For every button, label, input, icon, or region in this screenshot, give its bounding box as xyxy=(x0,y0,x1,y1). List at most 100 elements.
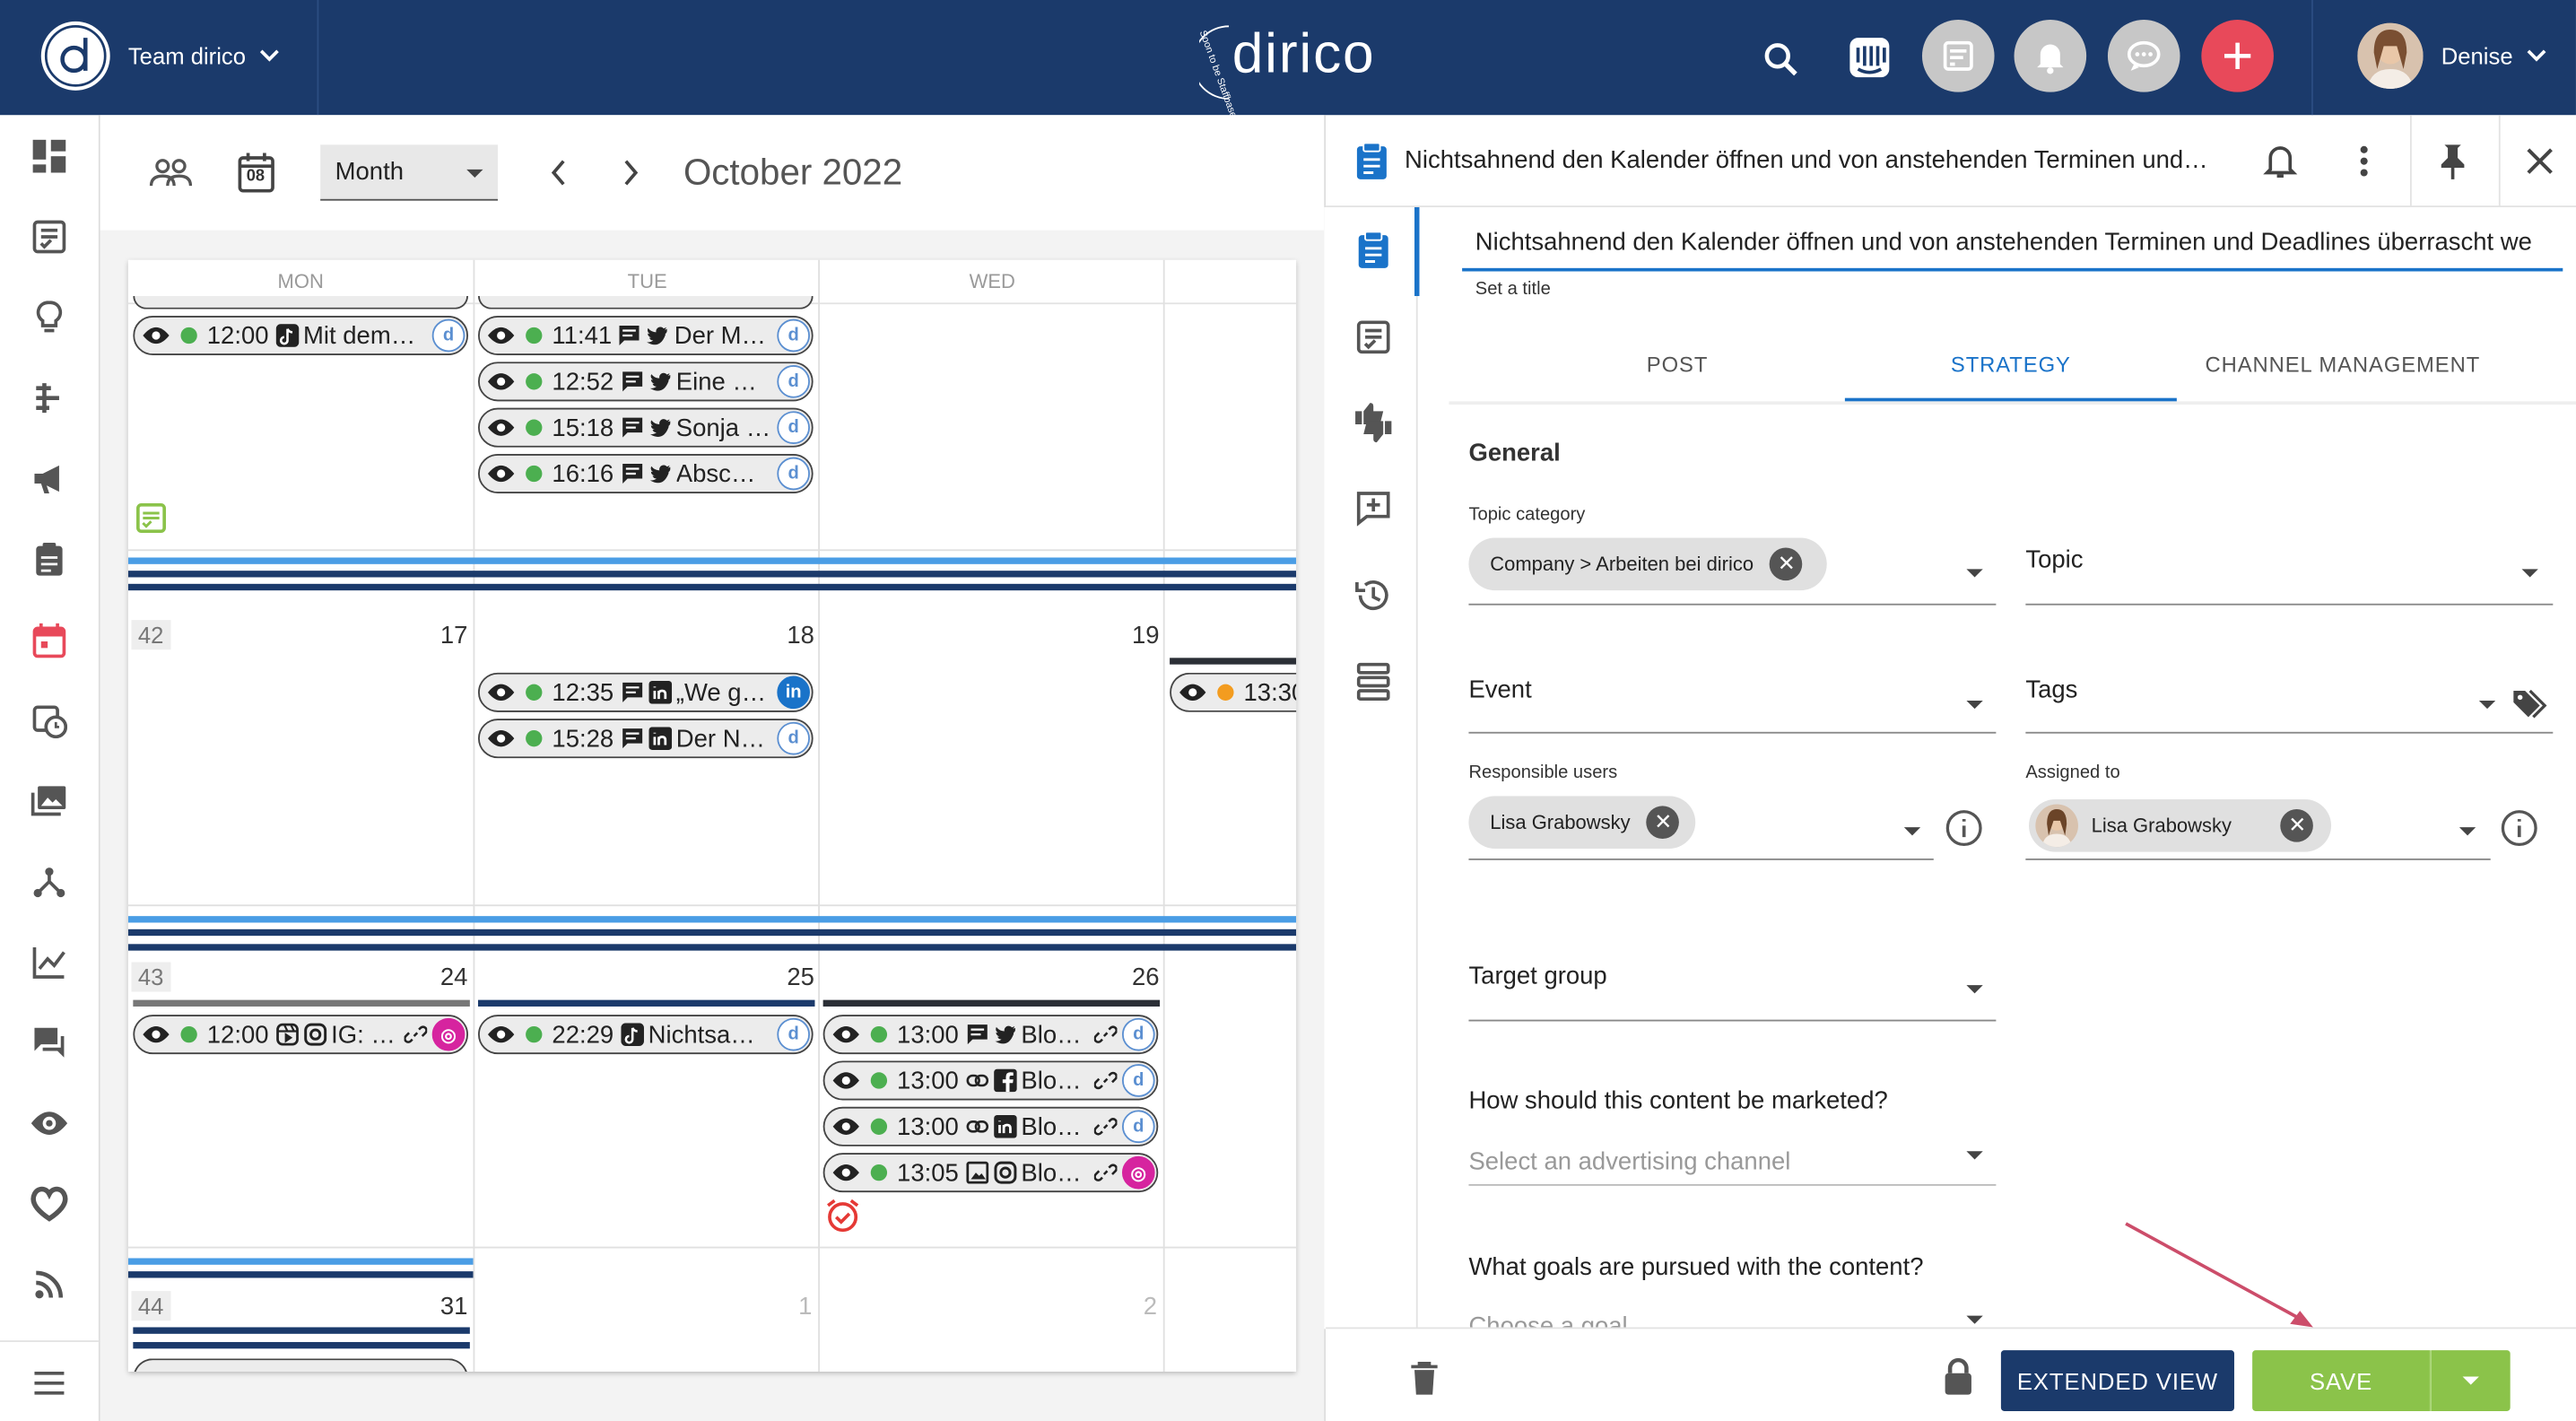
campaign-bar[interactable] xyxy=(133,1341,470,1349)
event-pill[interactable] xyxy=(133,295,469,309)
event-pill[interactable]: 13:00 Blo… d xyxy=(822,1015,1159,1055)
topic-field[interactable]: Topic xyxy=(2025,546,2083,574)
target-group-field[interactable]: Target group xyxy=(1468,962,1606,989)
responsible-chip[interactable]: Lisa Grabowsky ✕ xyxy=(1468,796,1696,849)
chevron-down-icon[interactable] xyxy=(2521,569,2538,578)
prev-icon[interactable] xyxy=(547,156,570,197)
marketing-select[interactable]: Select an advertising channel xyxy=(1468,1148,1790,1176)
chart-icon[interactable] xyxy=(28,941,71,984)
event-pill[interactable]: 13:00 Blo… d xyxy=(822,1060,1159,1101)
history-icon[interactable] xyxy=(1353,576,1393,623)
event-pill[interactable]: 12:00 Mit dem… d xyxy=(133,315,469,355)
next-icon[interactable] xyxy=(620,156,643,197)
media-icon[interactable] xyxy=(28,780,71,823)
checklist-icon[interactable] xyxy=(1355,319,1391,363)
trash-icon[interactable] xyxy=(1410,1360,1440,1404)
info-icon[interactable] xyxy=(1945,809,1983,855)
alarm-icon[interactable] xyxy=(824,1198,860,1242)
more-icon[interactable] xyxy=(2357,143,2371,187)
clipboard-icon[interactable] xyxy=(28,537,71,580)
chevron-down-icon[interactable] xyxy=(1966,700,1983,710)
pin-icon[interactable] xyxy=(2436,142,2469,189)
lock-icon[interactable] xyxy=(1942,1356,1975,1404)
add-comment-icon[interactable] xyxy=(1355,490,1391,534)
campaign-bar[interactable] xyxy=(1170,658,1297,665)
event-pill[interactable]: 12:00 IG: … ◎ xyxy=(133,1015,469,1055)
calendar-icon[interactable] xyxy=(28,618,71,661)
campaign-bar[interactable] xyxy=(127,1271,474,1278)
rss-icon[interactable] xyxy=(28,1263,71,1306)
idea-icon[interactable] xyxy=(28,296,71,339)
event-pill[interactable]: 15:28 Der N… d xyxy=(477,719,814,759)
title-input[interactable]: Nichtsahnend den Kalender öffnen und von… xyxy=(1475,229,2532,257)
today-button[interactable]: 08 xyxy=(237,152,276,195)
user-menu[interactable]: Denise xyxy=(2441,43,2547,69)
info-icon[interactable] xyxy=(2501,809,2538,855)
clipboard-icon[interactable] xyxy=(1355,231,1391,278)
task-icon[interactable] xyxy=(135,501,168,543)
chip-remove-icon[interactable]: ✕ xyxy=(2280,808,2314,842)
tab-channel-management[interactable]: CHANNEL MANAGEMENT xyxy=(2177,326,2509,401)
view-select[interactable]: Month xyxy=(320,144,498,201)
chevron-down-icon[interactable] xyxy=(1966,1315,1983,1324)
chevron-down-icon[interactable] xyxy=(2459,827,2476,836)
title-field[interactable]: Nichtsahnend den Kalender öffnen und von… xyxy=(1462,223,2563,269)
tag-icon[interactable] xyxy=(2512,687,2552,728)
campaign-bar[interactable] xyxy=(127,916,1297,923)
dashboard-icon[interactable] xyxy=(28,135,71,178)
event-field[interactable]: Event xyxy=(1468,676,1531,703)
tags-field[interactable]: Tags xyxy=(2025,676,2077,703)
tasks-icon[interactable] xyxy=(1921,19,1995,92)
search-icon[interactable] xyxy=(1754,33,1807,86)
topic-category-chip[interactable]: Company > Arbeiten bei dirico ✕ xyxy=(1468,537,1827,591)
network-icon[interactable] xyxy=(28,860,71,903)
chevron-down-icon[interactable] xyxy=(1903,827,1921,836)
menu-icon[interactable] xyxy=(28,1362,71,1405)
event-pill[interactable]: 15:18 Sonja … d xyxy=(477,407,814,448)
people-icon[interactable] xyxy=(149,158,193,196)
event-pill[interactable]: 13:00 Blo… d xyxy=(822,1106,1159,1146)
campaign-bar[interactable] xyxy=(133,1327,470,1334)
event-pill[interactable]: 12:52 Eine … d xyxy=(477,362,814,402)
timeline-icon[interactable] xyxy=(28,377,71,420)
campaign-bar[interactable] xyxy=(127,944,1297,951)
chevron-down-icon[interactable] xyxy=(1966,1151,1983,1160)
chevron-down-icon[interactable] xyxy=(1966,569,1983,578)
goals-select[interactable]: Choose a goal xyxy=(1468,1312,1627,1327)
heart-icon[interactable] xyxy=(28,1182,71,1225)
event-pill[interactable]: 11:41 Der M… d xyxy=(477,315,814,355)
campaign-bar[interactable] xyxy=(822,999,1161,1007)
list-icon[interactable] xyxy=(1355,661,1391,709)
megaphone-icon[interactable] xyxy=(28,458,71,501)
comments-icon[interactable] xyxy=(28,1021,71,1064)
save-button[interactable]: SAVE xyxy=(2252,1350,2430,1411)
campaign-bar[interactable] xyxy=(133,999,470,1007)
chat-icon[interactable] xyxy=(2107,19,2180,92)
event-pill[interactable] xyxy=(133,1358,469,1372)
event-pill[interactable]: 13:30 xyxy=(1170,672,1297,712)
campaign-bar[interactable] xyxy=(127,928,1297,937)
campaign-bar[interactable] xyxy=(127,583,1297,591)
chevron-down-icon[interactable] xyxy=(2478,700,2496,710)
team-switcher[interactable]: Team dirico xyxy=(128,43,281,69)
plus-icon[interactable] xyxy=(2201,19,2274,92)
campaign-bar[interactable] xyxy=(127,571,1297,578)
chip-remove-icon[interactable]: ✕ xyxy=(1646,806,1680,839)
event-pill[interactable]: 22:29 Nichtsa… d xyxy=(477,1015,814,1055)
campaign-bar[interactable] xyxy=(477,999,815,1007)
event-pill[interactable]: 16:16 Absc… d xyxy=(477,453,814,493)
event-pill[interactable]: 13:05 Blo… ◎ xyxy=(822,1153,1159,1193)
tab-strategy[interactable]: STRATEGY xyxy=(1845,326,2177,401)
chip-remove-icon[interactable]: ✕ xyxy=(1770,547,1804,581)
campaign-bar[interactable] xyxy=(127,1258,474,1265)
eye-icon[interactable] xyxy=(28,1102,71,1145)
campaign-bar[interactable] xyxy=(127,557,1297,564)
save-options-button[interactable] xyxy=(2431,1350,2511,1411)
event-pill[interactable]: 12:35 „We g… in xyxy=(477,672,814,712)
schedule-icon[interactable] xyxy=(28,699,71,742)
event-pill[interactable] xyxy=(477,295,814,309)
bell-icon[interactable] xyxy=(2262,142,2298,189)
bell-icon[interactable] xyxy=(2014,19,2087,92)
tab-post[interactable]: POST xyxy=(1511,326,1843,401)
intercom-icon[interactable] xyxy=(1841,30,1897,85)
